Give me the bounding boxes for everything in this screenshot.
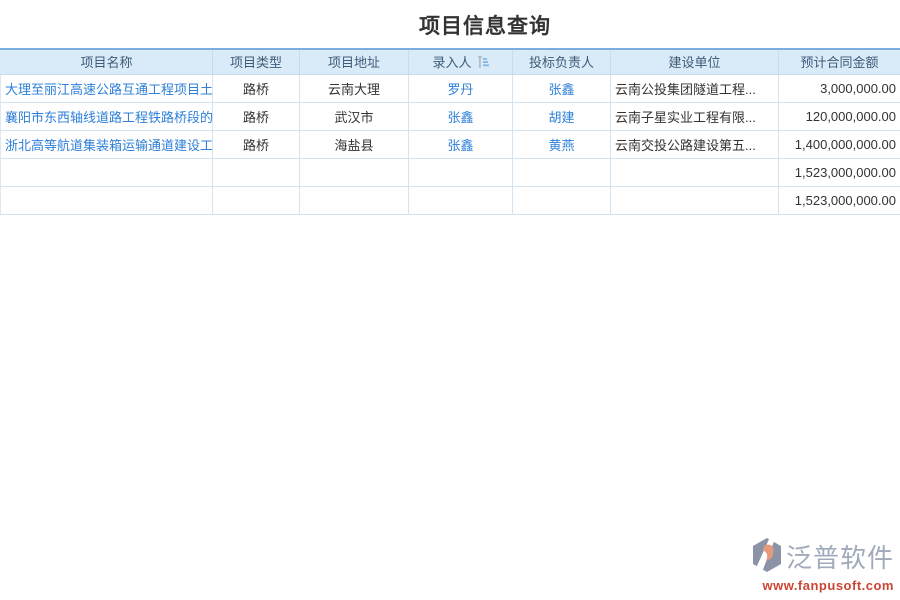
- project-address-cell: 云南大理: [300, 74, 409, 102]
- bid-manager-link[interactable]: 张鑫: [548, 82, 574, 97]
- empty-cell: [300, 158, 409, 186]
- construction-unit-cell: 云南交投公路建设第五...: [611, 130, 779, 158]
- column-header-project-name[interactable]: 项目名称: [1, 49, 213, 74]
- empty-cell: [213, 158, 300, 186]
- project-info-table: 项目名称 项目类型 项目地址 录入人 投标负责人 建设单位 预计合同金额 大理至…: [0, 48, 900, 215]
- project-type-cell: 路桥: [213, 102, 300, 130]
- entered-by-link[interactable]: 罗丹: [447, 82, 473, 97]
- entered-by-link[interactable]: 张鑫: [447, 138, 473, 153]
- project-name-link[interactable]: 浙北高等航道集装箱运输通道建设工: [5, 138, 213, 153]
- contract-amount-cell: 3,000,000.00: [779, 74, 900, 102]
- subtotal-amount-cell: 1,523,000,000.00: [779, 158, 900, 186]
- sort-amount-icon[interactable]: [476, 56, 489, 71]
- column-header-bid-manager[interactable]: 投标负责人: [513, 49, 611, 74]
- bid-manager-link[interactable]: 胡建: [548, 110, 574, 125]
- fanpu-logo-url: www.fanpusoft.com: [751, 578, 894, 593]
- empty-cell: [513, 158, 611, 186]
- total-amount-cell: 1,523,000,000.00: [779, 186, 900, 214]
- empty-cell: [300, 186, 409, 214]
- empty-cell: [213, 186, 300, 214]
- table-row: 大理至丽江高速公路互通工程项目土 路桥 云南大理 罗丹 张鑫 云南公投集团隧道工…: [1, 74, 900, 102]
- column-header-project-address[interactable]: 项目地址: [300, 49, 409, 74]
- page-title: 项目信息查询: [0, 0, 900, 48]
- project-type-cell: 路桥: [213, 74, 300, 102]
- table-header-row: 项目名称 项目类型 项目地址 录入人 投标负责人 建设单位 预计合同金额: [1, 49, 900, 74]
- project-address-cell: 海盐县: [300, 130, 409, 158]
- fanpu-logo-icon: [751, 538, 783, 577]
- fanpu-logo-text: 泛普软件: [786, 545, 894, 571]
- total-row: 1,523,000,000.00: [1, 186, 900, 214]
- contract-amount-cell: 120,000,000.00: [779, 102, 900, 130]
- subtotal-row: 1,523,000,000.00: [1, 158, 900, 186]
- contract-amount-cell: 1,400,000,000.00: [779, 130, 900, 158]
- construction-unit-cell: 云南公投集团隧道工程...: [611, 74, 779, 102]
- project-name-link[interactable]: 襄阳市东西轴线道路工程铁路桥段的: [5, 110, 213, 125]
- column-header-project-type[interactable]: 项目类型: [213, 49, 300, 74]
- bid-manager-link[interactable]: 黄燕: [548, 138, 574, 153]
- empty-cell: [1, 158, 213, 186]
- empty-cell: [409, 186, 513, 214]
- column-header-contract-amount[interactable]: 预计合同金额: [779, 49, 900, 74]
- table-row: 浙北高等航道集装箱运输通道建设工 路桥 海盐县 张鑫 黄燕 云南交投公路建设第五…: [1, 130, 900, 158]
- project-type-cell: 路桥: [213, 130, 300, 158]
- column-header-entered-by[interactable]: 录入人: [409, 49, 513, 74]
- empty-cell: [611, 186, 779, 214]
- fanpu-logo: 泛普软件 www.fanpusoft.com: [751, 538, 894, 593]
- empty-cell: [1, 186, 213, 214]
- table-row: 襄阳市东西轴线道路工程铁路桥段的 路桥 武汉市 张鑫 胡建 云南子星实业工程有限…: [1, 102, 900, 130]
- empty-cell: [513, 186, 611, 214]
- entered-by-link[interactable]: 张鑫: [447, 110, 473, 125]
- column-header-construction-unit[interactable]: 建设单位: [611, 49, 779, 74]
- empty-cell: [611, 158, 779, 186]
- project-name-link[interactable]: 大理至丽江高速公路互通工程项目土: [5, 82, 213, 97]
- project-address-cell: 武汉市: [300, 102, 409, 130]
- empty-cell: [409, 158, 513, 186]
- construction-unit-cell: 云南子星实业工程有限...: [611, 102, 779, 130]
